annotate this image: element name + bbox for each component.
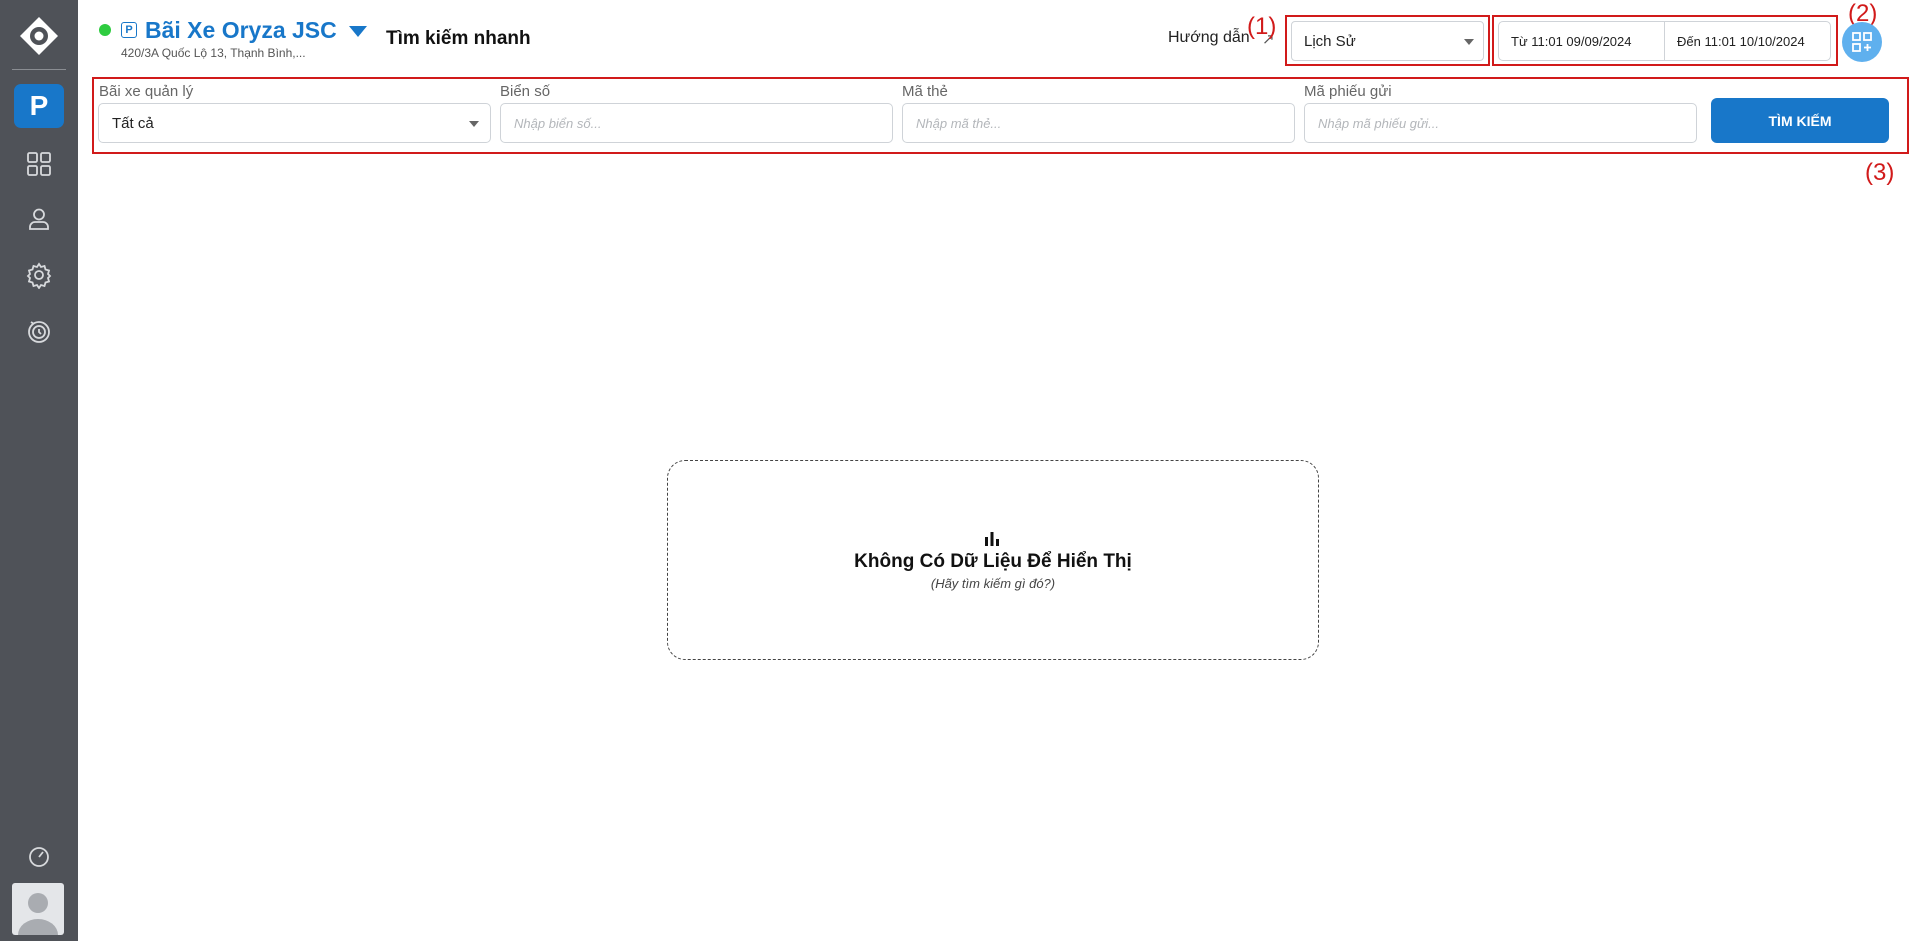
app-logo-icon[interactable]	[19, 16, 59, 56]
qr-add-button[interactable]	[1842, 22, 1882, 62]
app-root: P P Bãi Xe Oryza JSC 420/3A Quốc Lộ 13, …	[0, 0, 1917, 941]
parking-letter: P	[29, 90, 49, 121]
mode-select-value: Lịch Sử	[1304, 33, 1356, 50]
chevron-down-icon	[1464, 39, 1474, 45]
empty-state: Không Có Dữ Liệu Để Hiển Thị (Hãy tìm ki…	[667, 460, 1319, 660]
ticket-input[interactable]	[1304, 103, 1697, 143]
guide-link[interactable]: Hướng dẫn	[1168, 29, 1250, 47]
empty-state-title: Không Có Dữ Liệu Để Hiển Thị	[854, 551, 1132, 572]
card-input[interactable]	[902, 103, 1295, 143]
parking-lot-filter-select[interactable]: Tất cả	[98, 103, 491, 143]
user-icon[interactable]	[25, 205, 53, 233]
dashboard-grid-icon[interactable]	[25, 150, 53, 178]
parking-lot-title[interactable]: Bãi Xe Oryza JSC	[145, 17, 337, 44]
chevron-down-icon[interactable]	[349, 26, 367, 37]
page-title: Tìm kiếm nhanh	[386, 28, 531, 49]
date-to[interactable]: Đến 11:01 10/10/2024	[1664, 22, 1830, 60]
parking-lot-filter-label: Bãi xe quản lý	[99, 83, 194, 100]
empty-state-subtitle: (Hãy tìm kiếm gì đó?)	[930, 576, 1056, 591]
sidebar-item-parking[interactable]: P	[14, 84, 64, 128]
bar-chart-icon	[985, 532, 999, 546]
card-filter-label: Mã thẻ	[902, 83, 948, 100]
status-dot	[99, 24, 111, 36]
plate-filter-label: Biển số	[500, 83, 551, 100]
history-timer-icon[interactable]	[25, 317, 53, 345]
plate-input[interactable]	[500, 103, 893, 143]
sidebar-divider	[12, 69, 66, 70]
annotation-label-3: (3)	[1865, 159, 1895, 186]
search-button[interactable]: TÌM KIẾM	[1711, 98, 1889, 143]
parking-lot-icon: P	[121, 22, 137, 38]
qr-add-icon	[1852, 32, 1872, 52]
speedometer-icon[interactable]	[27, 845, 51, 869]
date-from[interactable]: Từ 11:01 09/09/2024	[1499, 22, 1664, 60]
ticket-filter-label: Mã phiếu gửi	[1304, 83, 1392, 100]
chevron-down-icon	[469, 121, 479, 127]
user-avatar-icon	[18, 893, 58, 935]
avatar[interactable]	[12, 883, 64, 935]
annotation-label-1: (1)	[1247, 13, 1277, 40]
parking-lot-address: 420/3A Quốc Lộ 13, Thạnh Bình,...	[121, 46, 306, 60]
sidebar: P	[0, 0, 78, 941]
mode-select[interactable]: Lịch Sử	[1291, 21, 1484, 61]
parking-lot-filter-value: Tất cả	[112, 115, 154, 132]
date-range-picker[interactable]: Từ 11:01 09/09/2024 Đến 11:01 10/10/2024	[1498, 21, 1831, 61]
gear-icon[interactable]	[25, 261, 53, 289]
